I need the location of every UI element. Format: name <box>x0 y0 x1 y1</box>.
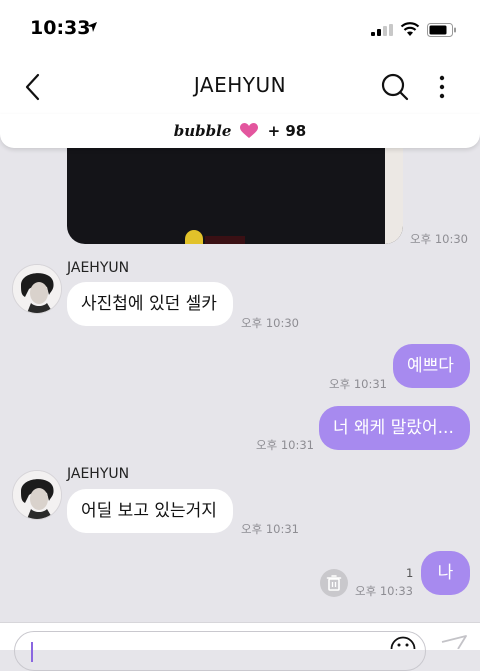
battery-icon <box>427 23 456 37</box>
status-time: 10:33 <box>30 17 91 39</box>
heart-icon <box>240 123 259 138</box>
outgoing-message[interactable]: 너 왜케 말랐어... <box>319 406 470 450</box>
photo-detail <box>185 230 203 244</box>
emoji-icon[interactable] <box>390 636 416 649</box>
message-input[interactable] <box>14 631 426 671</box>
message-time: 오후 10:31 <box>329 377 387 391</box>
location-arrow-icon <box>87 22 97 32</box>
message-time: 오후 10:33 <box>355 584 413 598</box>
search-icon[interactable] <box>380 72 410 102</box>
message-time: 오후 10:30 <box>241 316 299 330</box>
sender-name: JAEHYUN <box>67 466 130 482</box>
sender-name: JAEHYUN <box>67 260 130 276</box>
trash-button[interactable] <box>320 569 348 597</box>
wifi-icon <box>400 22 420 36</box>
trash-icon <box>326 575 342 591</box>
outgoing-message[interactable]: 예쁘다 <box>393 344 470 388</box>
message-time: 오후 10:30 <box>410 232 468 246</box>
incoming-message[interactable]: 어딜 보고 있는거지 <box>67 489 233 533</box>
bubble-banner[interactable]: bubble + 98 <box>0 114 480 148</box>
read-count: 1 <box>406 566 414 580</box>
bubble-count: + 98 <box>267 122 307 140</box>
outgoing-message[interactable]: 나 <box>421 551 470 595</box>
message-time: 오후 10:31 <box>256 438 314 452</box>
send-icon[interactable] <box>440 634 468 649</box>
signal-icon <box>371 24 393 36</box>
avatar-photo <box>13 265 61 313</box>
avatar-photo <box>13 471 61 519</box>
photo-detail <box>205 236 245 244</box>
avatar[interactable] <box>12 470 62 520</box>
status-bar: 10:33 <box>0 0 480 58</box>
more-icon[interactable] <box>432 72 452 102</box>
message-time: 오후 10:31 <box>241 522 299 536</box>
chat-header: JAEHYUN <box>0 58 480 114</box>
avatar[interactable] <box>12 264 62 314</box>
incoming-message[interactable]: 사진첩에 있던 셀카 <box>67 282 233 326</box>
text-caret <box>31 642 33 662</box>
bubble-label: bubble <box>173 122 232 140</box>
